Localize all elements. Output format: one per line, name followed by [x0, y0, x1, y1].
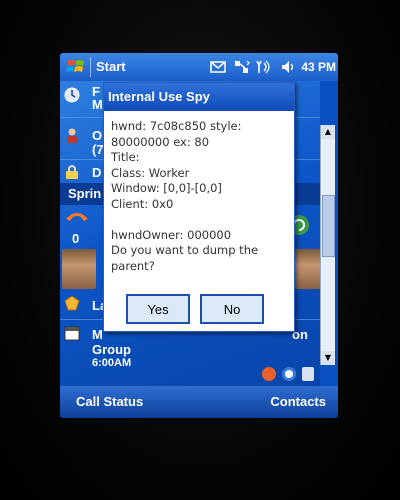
- today-carrier-text: Sprin: [68, 186, 102, 201]
- tray-wireless-icon[interactable]: [282, 367, 296, 381]
- tray-device-icon[interactable]: [302, 367, 314, 381]
- no-button[interactable]: No: [200, 294, 264, 324]
- missed-call-icon: [66, 213, 88, 221]
- app-icon: [64, 295, 80, 311]
- tray-app-icon[interactable]: [262, 367, 276, 381]
- system-tray: [260, 365, 338, 385]
- calendar-subject-start: M: [92, 327, 103, 342]
- speaker-icon[interactable]: [280, 59, 296, 75]
- today-lock-text: D: [92, 165, 102, 180]
- signal-icon[interactable]: [256, 59, 272, 75]
- softkey-right-contacts[interactable]: Contacts: [270, 394, 326, 409]
- calendar-time: 6:00AM: [92, 357, 132, 369]
- contact-photo-left[interactable]: [62, 249, 96, 289]
- calendar-location: Group: [92, 342, 131, 357]
- spy-dialog: Internal Use Spy hwnd: 7c08c850 style: 8…: [103, 82, 295, 332]
- dialog-message: hwnd: 7c08c850 style: 80000000 ex: 80 Ti…: [111, 119, 259, 273]
- lock-icon: [66, 165, 78, 179]
- yes-button[interactable]: Yes: [126, 294, 190, 324]
- title-separator: [90, 57, 91, 77]
- today-owner-text: O (7: [92, 128, 104, 157]
- dialog-title: Internal Use Spy: [108, 89, 210, 104]
- start-menu-label[interactable]: Start: [96, 59, 126, 74]
- clock-time[interactable]: 43 PM: [301, 60, 336, 74]
- title-bar: Start 43 PM: [60, 53, 338, 81]
- today-scrollbar[interactable]: ▲ ▼: [320, 125, 335, 365]
- today-date-text: F M: [92, 84, 103, 112]
- softkey-left-call-status[interactable]: Call Status: [76, 394, 143, 409]
- dialog-title-bar: Internal Use Spy: [104, 83, 294, 111]
- missed-calls-count: 0: [72, 231, 80, 246]
- softkey-bar: Call Status Contacts: [60, 386, 338, 418]
- owner-icon: [67, 128, 77, 143]
- scroll-down-arrow[interactable]: ▼: [321, 351, 335, 365]
- windows-flag-icon[interactable]: [66, 57, 86, 77]
- connectivity-icon[interactable]: [234, 59, 250, 75]
- scroll-thumb[interactable]: [322, 195, 335, 257]
- messaging-icon[interactable]: [210, 59, 226, 75]
- clock-icon: [64, 87, 80, 103]
- calendar-icon: [64, 326, 80, 341]
- scroll-up-arrow[interactable]: ▲: [321, 125, 335, 139]
